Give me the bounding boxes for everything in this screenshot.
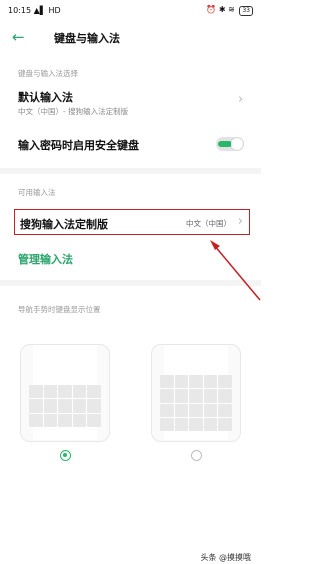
annotation-arrow	[210, 240, 261, 301]
arrow-line	[213, 244, 261, 301]
watermark: 头条 @摸摸哦	[200, 553, 251, 562]
arrow-head	[210, 240, 220, 250]
